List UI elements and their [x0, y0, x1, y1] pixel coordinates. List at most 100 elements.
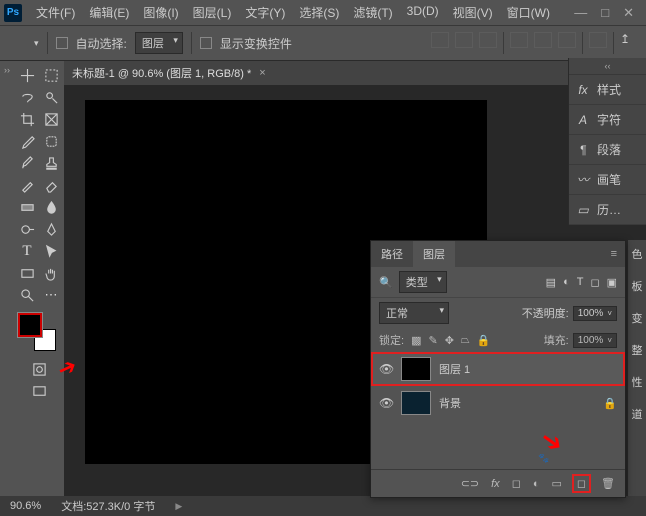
foreground-color-swatch[interactable]	[18, 313, 42, 337]
strip-item[interactable]: 整	[632, 342, 643, 358]
heal-tool[interactable]	[40, 131, 62, 151]
panel-character[interactable]: A字符	[569, 105, 646, 135]
gradient-tool[interactable]	[16, 197, 38, 217]
dodge-tool[interactable]	[16, 219, 38, 239]
layer-row[interactable]: 👁 图层 1	[371, 352, 625, 386]
lock-artboard-icon[interactable]: ⏢	[461, 334, 470, 347]
maximize-button[interactable]: □	[601, 5, 609, 21]
auto-select-dropdown[interactable]: 图层	[135, 32, 183, 54]
auto-select-checkbox[interactable]	[56, 37, 68, 49]
frame-tool[interactable]	[40, 109, 62, 129]
zoom-level[interactable]: 90.6%	[10, 500, 41, 512]
strip-item[interactable]: 道	[632, 406, 643, 422]
new-layer-icon[interactable]: ◻	[574, 476, 589, 491]
brush-tool[interactable]	[16, 153, 38, 173]
layer-fx-icon[interactable]: fx	[491, 478, 500, 490]
edit-toolbar[interactable]: ⋯	[40, 285, 62, 305]
menu-type[interactable]: 文字(Y)	[239, 1, 291, 24]
distribute-icon[interactable]	[558, 32, 576, 48]
strip-item[interactable]: 板	[632, 278, 643, 294]
strip-item[interactable]: 变	[632, 310, 643, 326]
quick-select-tool[interactable]	[40, 87, 62, 107]
filter-kind-dropdown[interactable]: 类型	[399, 271, 447, 293]
share-icon[interactable]: ↥	[620, 32, 638, 48]
menu-view[interactable]: 视图(V)	[447, 1, 499, 24]
history-brush-tool[interactable]	[16, 175, 38, 195]
visibility-icon[interactable]: 👁	[379, 362, 393, 376]
blend-mode-dropdown[interactable]: 正常	[379, 302, 449, 324]
link-layers-icon[interactable]: ⊂⊃	[461, 477, 479, 490]
pen-tool[interactable]	[40, 219, 62, 239]
filter-adjust-icon[interactable]: ◐	[563, 276, 570, 289]
show-transform-checkbox[interactable]	[200, 37, 212, 49]
collapse-icon[interactable]: ‹‹	[569, 58, 646, 75]
strip-item[interactable]: 性	[632, 374, 643, 390]
layer-name[interactable]: 图层 1	[439, 361, 470, 377]
tab-paths[interactable]: 路径	[371, 241, 413, 267]
align-icon[interactable]	[455, 32, 473, 48]
adjustment-layer-icon[interactable]: ◐	[533, 478, 540, 490]
filter-shape-icon[interactable]: ◻	[590, 276, 599, 289]
3d-mode-icon[interactable]	[589, 32, 607, 48]
lock-brush-icon[interactable]: ✎	[428, 334, 437, 347]
lock-all-icon[interactable]: 🔒	[477, 334, 491, 347]
lasso-tool[interactable]	[16, 87, 38, 107]
visibility-icon[interactable]: 👁	[379, 396, 393, 410]
tab-layers[interactable]: 图层	[413, 241, 455, 267]
marquee-tool[interactable]	[40, 65, 62, 85]
menu-select[interactable]: 选择(S)	[293, 1, 345, 24]
delete-layer-icon[interactable]: 🗑	[601, 477, 615, 490]
color-swatches[interactable]	[16, 313, 60, 353]
align-icon[interactable]	[479, 32, 497, 48]
rectangle-tool[interactable]	[16, 263, 38, 283]
crop-tool[interactable]	[16, 109, 38, 129]
stamp-tool[interactable]	[40, 153, 62, 173]
zoom-tool[interactable]	[16, 285, 38, 305]
layer-thumbnail[interactable]	[401, 391, 431, 415]
expand-icon[interactable]: ››	[4, 65, 10, 75]
filter-smart-icon[interactable]: ▣	[607, 276, 617, 289]
filter-type-icon[interactable]: T	[577, 276, 584, 289]
menu-filter[interactable]: 滤镜(T)	[347, 1, 398, 24]
align-icon[interactable]	[431, 32, 449, 48]
minimize-button[interactable]: —	[574, 5, 587, 21]
menu-3d[interactable]: 3D(D)	[401, 1, 445, 24]
layer-name[interactable]: 背景	[439, 395, 461, 411]
menu-edit[interactable]: 编辑(E)	[83, 1, 135, 24]
panel-history[interactable]: ▭历…	[569, 195, 646, 225]
document-tab[interactable]: 未标题-1 @ 90.6% (图层 1, RGB/8) * ×	[64, 61, 646, 85]
panel-styles[interactable]: fx样式	[569, 75, 646, 105]
menu-file[interactable]: 文件(F)	[30, 1, 81, 24]
panel-brushes[interactable]: 〰画笔	[569, 165, 646, 195]
path-select-tool[interactable]	[40, 241, 62, 261]
hand-tool[interactable]	[40, 263, 62, 283]
menu-layer[interactable]: 图层(L)	[187, 1, 238, 24]
lock-position-icon[interactable]: ✥	[445, 334, 454, 347]
quickmask-tool[interactable]	[28, 359, 50, 379]
distribute-icon[interactable]	[510, 32, 528, 48]
layer-thumbnail[interactable]	[401, 357, 431, 381]
layer-row[interactable]: 👁 背景 🔒	[371, 386, 625, 420]
layer-mask-icon[interactable]: ◻	[512, 477, 521, 490]
lock-pixels-icon[interactable]: ▩	[411, 334, 421, 347]
panel-paragraph[interactable]: ¶段落	[569, 135, 646, 165]
fill-input[interactable]: 100%˅	[573, 333, 617, 348]
panel-menu-icon[interactable]: ≡	[603, 248, 625, 260]
menu-image[interactable]: 图像(I)	[137, 1, 184, 24]
menu-window[interactable]: 窗口(W)	[501, 1, 556, 24]
type-tool[interactable]: T	[16, 241, 38, 261]
screenmode-tool[interactable]	[28, 381, 50, 401]
eraser-tool[interactable]	[40, 175, 62, 195]
eyedropper-tool[interactable]	[16, 131, 38, 151]
strip-item[interactable]: 色	[632, 246, 643, 262]
filter-pixel-icon[interactable]: ▤	[546, 276, 556, 289]
distribute-icon[interactable]	[534, 32, 552, 48]
group-icon[interactable]: ▭	[551, 477, 561, 490]
move-tool[interactable]	[16, 65, 38, 85]
opacity-input[interactable]: 100%˅	[573, 306, 617, 321]
blur-tool[interactable]	[40, 197, 62, 217]
doc-size[interactable]: 文档:527.3K/0 字节	[61, 498, 155, 514]
close-tab-icon[interactable]: ×	[259, 67, 265, 79]
search-icon[interactable]: 🔍	[379, 276, 393, 289]
close-button[interactable]: ✕	[623, 5, 634, 21]
